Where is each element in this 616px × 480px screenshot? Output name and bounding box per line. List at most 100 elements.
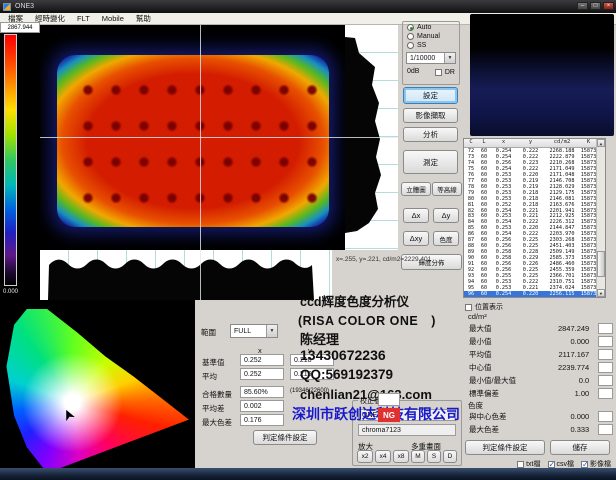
delta-x-button[interactable]: Δx — [403, 208, 429, 223]
window-title: ONE3 — [15, 3, 34, 10]
radio-manual[interactable]: Manual — [407, 33, 459, 40]
dr-checkbox[interactable]: DR — [435, 69, 455, 76]
zoom-x8-button[interactable]: x8 — [393, 450, 409, 463]
zoom-x2-button[interactable]: x2 — [357, 450, 373, 463]
chevron-down-icon[interactable]: ▼ — [444, 53, 455, 63]
pass-count-field[interactable]: 85.60% — [240, 386, 284, 398]
heatmap-led-dots — [67, 67, 319, 215]
judge-box — [598, 336, 613, 347]
measure-button[interactable]: 測定 — [403, 150, 458, 174]
close-button[interactable]: × — [603, 2, 614, 10]
checkbox-icon[interactable] — [517, 461, 524, 468]
radio-dot-icon[interactable] — [407, 33, 414, 40]
shutter-select[interactable]: 1/10000 ▼ — [406, 52, 456, 64]
stat-label: 中心值 — [463, 362, 527, 373]
menu-item-3[interactable]: Mobile — [97, 13, 129, 24]
judge-box — [598, 323, 613, 334]
cursor-readout: x=.255, y=.221, cd/m2=2229.401 — [336, 256, 462, 263]
radio-label: Manual — [417, 33, 440, 40]
judge-condition-button-right[interactable]: 判定條件設定 — [465, 440, 545, 455]
avg-diff-field[interactable]: 0.002 — [240, 400, 284, 412]
chroma-button[interactable]: 色度 — [433, 231, 459, 246]
ad-line-model: (RISA COLOR ONE ) — [298, 310, 436, 329]
multi-D-button[interactable]: D — [443, 450, 457, 463]
table-row[interactable]: 96600.2540.2202256.11515873 — [464, 291, 605, 297]
position-display-label: 位置表示 — [475, 302, 503, 312]
stat-value: 2117.167 — [527, 350, 589, 359]
menu-item-2[interactable]: FLT — [72, 13, 95, 24]
radio-ss[interactable]: SS — [407, 42, 459, 49]
zoom-buttons: x2x4x8 — [357, 450, 409, 463]
checkbox-icon[interactable] — [548, 461, 555, 468]
surface3d-button[interactable]: 立體圖 — [401, 182, 431, 196]
menu-item-4[interactable]: 幫助 — [131, 12, 156, 25]
multi-S-button[interactable]: S — [427, 450, 441, 463]
crosshair-vertical[interactable] — [200, 25, 201, 300]
title-bar[interactable]: ONE3 – □ × — [0, 0, 616, 13]
scroll-up-icon[interactable]: ▲ — [597, 139, 605, 147]
capture-button[interactable]: 影像擷取 — [403, 108, 458, 123]
analyze-button[interactable]: 分析 — [403, 127, 458, 142]
judge-box — [598, 388, 613, 399]
radio-dot-icon[interactable] — [407, 24, 414, 31]
max-diff-label: 最大色差 — [202, 417, 232, 428]
range-select[interactable]: FULL ▼ — [230, 324, 278, 338]
judge-condition-button-left[interactable]: 判定條件設定 — [253, 430, 317, 445]
table-col-header: L — [478, 139, 490, 147]
judge-result-box — [378, 393, 400, 406]
multi-M-button[interactable]: M — [411, 450, 425, 463]
table-cell: 60 — [478, 291, 490, 297]
cie-chromaticity-diagram[interactable] — [4, 305, 194, 473]
table-cell: 0.254 — [490, 291, 517, 297]
table-col-header: C — [464, 139, 478, 147]
dr-label: DR — [445, 69, 455, 76]
table-scrollbar[interactable]: ▲ ▼ — [596, 139, 605, 297]
delta-y-button[interactable]: Δy — [433, 208, 459, 223]
radio-label: SS — [417, 42, 426, 49]
table-header: CLxycd/m2K — [464, 139, 605, 148]
maximize-button[interactable]: □ — [590, 2, 601, 10]
table-cell: 15873 — [580, 291, 597, 297]
scroll-down-icon[interactable]: ▼ — [597, 289, 605, 297]
heatmap-blob — [57, 55, 329, 227]
zoom-x4-button[interactable]: x4 — [375, 450, 391, 463]
stat-label: 與中心色差 — [463, 411, 527, 422]
radio-dot-icon[interactable] — [407, 42, 414, 49]
table-col-header: x — [490, 139, 517, 147]
delta-xy-button[interactable]: Δxy — [403, 231, 429, 246]
minimize-button[interactable]: – — [577, 2, 588, 10]
judge-box — [598, 424, 613, 435]
table-body[interactable]: 72600.2540.2222268.1881587373600.2540.22… — [464, 148, 605, 297]
chevron-down-icon[interactable]: ▼ — [266, 325, 277, 337]
colorbar-max-label: 2867.944 — [0, 22, 40, 33]
gain-label: 0dB — [407, 68, 419, 75]
scrollbar-thumb[interactable] — [597, 251, 605, 277]
dr-checkbox-box[interactable] — [435, 69, 442, 76]
measurement-table[interactable]: CLxycd/m2K 72600.2540.2222268.1881587373… — [463, 138, 606, 298]
chroma-stats-rows: 與中心色差0.000最大色差0.333 — [463, 410, 613, 436]
contour-button[interactable]: 等高線 — [432, 182, 462, 196]
ad-line-email: chenlian21@163.com — [300, 387, 432, 402]
average-label: 平均 — [202, 371, 217, 382]
radio-auto[interactable]: Auto — [407, 24, 459, 31]
multi-screen-buttons: MSD — [411, 450, 457, 463]
camera-preview[interactable] — [470, 14, 614, 136]
checkbox-icon[interactable] — [581, 461, 588, 468]
calibration-field-1[interactable]: chroma7123 — [358, 424, 456, 436]
set-button[interactable]: 設定 — [403, 87, 458, 104]
max-diff-field[interactable]: 0.176 — [240, 414, 284, 426]
stat-row: 最小值/最大值0.0 — [463, 374, 613, 387]
ad-line-contact: 陈经理 — [300, 329, 339, 348]
ad-line-product: ccd辉度色度分析仪 — [300, 291, 409, 310]
reference-x-field[interactable]: 0.252 — [240, 354, 284, 366]
colorbar-min-label: 0.000 — [3, 289, 18, 295]
position-display-checkbox-box[interactable] — [465, 304, 472, 311]
stat-row: 最大色差0.333 — [463, 423, 613, 436]
table-col-header: K — [580, 139, 597, 147]
save-button[interactable]: 儲存 — [550, 440, 610, 455]
position-display-checkbox[interactable]: 位置表示 — [465, 302, 503, 312]
colorbar — [4, 34, 17, 286]
crosshair-horizontal[interactable] — [40, 137, 398, 138]
stat-label: 最小值/最大值 — [463, 375, 527, 386]
average-x-field[interactable]: 0.252 — [240, 368, 284, 380]
